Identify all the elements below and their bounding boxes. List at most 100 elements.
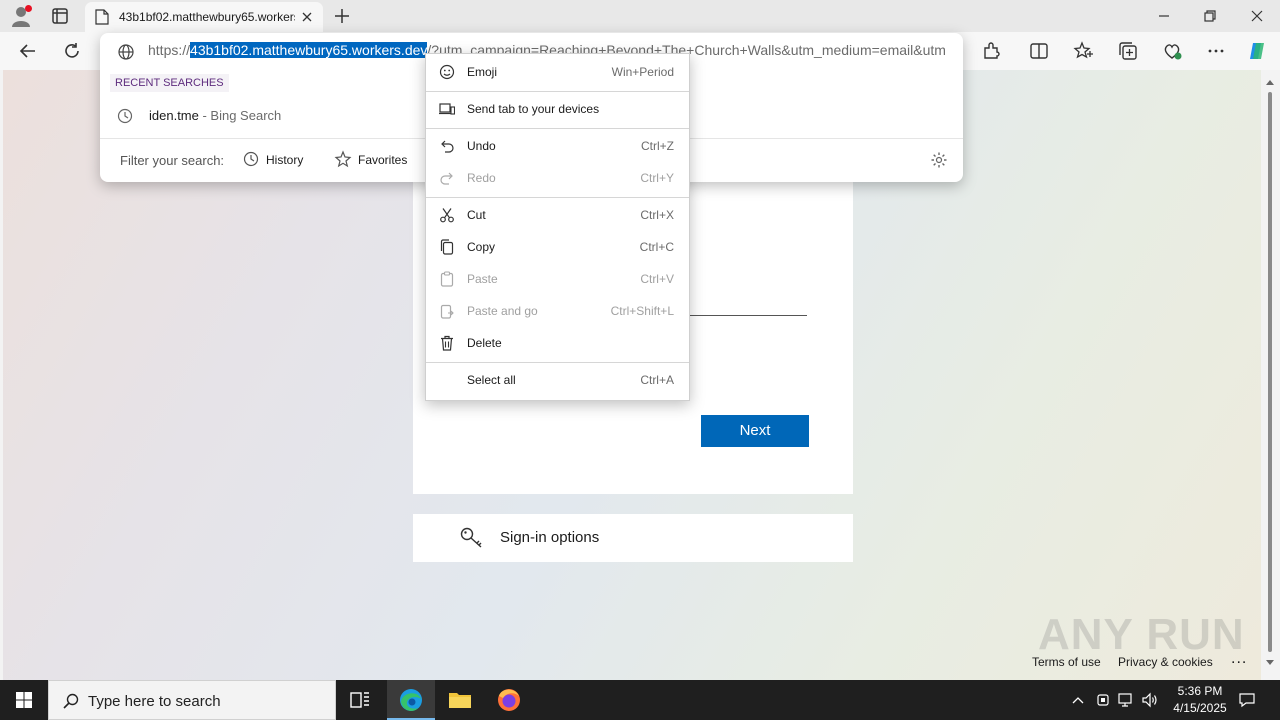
menu-shortcut-paste-and-go: Ctrl+Shift+L — [610, 304, 674, 318]
split-screen-icon[interactable] — [1028, 40, 1050, 62]
taskbar-search-box[interactable]: Type here to search — [48, 680, 336, 720]
recent-searches-label: RECENT SEARCHES — [110, 74, 229, 92]
terms-of-use-link[interactable]: Terms of use — [1032, 655, 1101, 669]
filter-history-label: History — [266, 153, 304, 167]
more-menu-icon[interactable] — [1205, 40, 1227, 62]
footer-more-button[interactable]: ... — [1231, 650, 1247, 668]
menu-divider — [426, 197, 689, 198]
menu-label-delete: Delete — [467, 336, 502, 350]
page-icon — [95, 9, 109, 25]
menu-item-select-all[interactable]: Select all Ctrl+A — [426, 366, 689, 394]
menu-divider — [426, 362, 689, 363]
page-scrollbar[interactable] — [1261, 70, 1280, 680]
task-view-button[interactable] — [336, 680, 384, 720]
edge-icon — [400, 689, 422, 711]
filter-favorites-label: Favorites — [358, 153, 408, 167]
menu-label-redo: Redo — [467, 171, 496, 185]
devices-icon — [439, 103, 455, 115]
copilot-icon[interactable] — [1246, 40, 1268, 62]
volume-icon[interactable] — [1141, 691, 1159, 709]
notification-icon[interactable] — [1238, 691, 1256, 709]
menu-shortcut-cut: Ctrl+X — [640, 208, 674, 222]
browser-essentials-icon[interactable] — [1161, 40, 1183, 62]
gear-icon[interactable] — [930, 151, 948, 169]
file-explorer-button[interactable] — [436, 680, 484, 720]
back-icon[interactable] — [17, 40, 39, 62]
menu-item-send-tab[interactable]: Send tab to your devices — [426, 95, 689, 123]
tab-actions-icon — [52, 8, 68, 24]
menu-item-delete[interactable]: Delete — [426, 329, 689, 357]
profile-button[interactable] — [10, 5, 32, 27]
menu-shortcut-copy: Ctrl+C — [639, 240, 674, 254]
menu-label-copy: Copy — [467, 240, 496, 254]
tab-title: 43b1bf02.matthewbury65.workers.dev — [119, 10, 295, 24]
scissors-icon — [440, 208, 454, 223]
chevron-up-icon[interactable] — [1069, 691, 1087, 709]
paste-icon — [440, 271, 454, 287]
input-underline — [689, 315, 807, 316]
url-host-selected: 43b1bf02.matthewbury65.workers.dev — [190, 42, 428, 58]
menu-item-paste-and-go: Paste and go Ctrl+Shift+L — [426, 297, 689, 325]
menu-shortcut-redo: Ctrl+Y — [640, 171, 674, 185]
firefox-button[interactable] — [485, 680, 533, 720]
sign-in-options-label: Sign-in options — [500, 529, 600, 546]
security-tray-icon[interactable] — [1094, 691, 1112, 709]
menu-label-send-tab: Send tab to your devices — [467, 102, 600, 116]
recent-search-query: iden.tme — [149, 108, 199, 123]
search-icon — [63, 693, 79, 709]
close-window-icon[interactable] — [1247, 6, 1267, 26]
favorites-star-icon[interactable] — [1072, 40, 1094, 62]
privacy-cookies-link[interactable]: Privacy & cookies — [1118, 655, 1213, 669]
context-menu: Emoji Win+Period Send tab to your device… — [425, 53, 690, 401]
filter-history-button[interactable]: History — [242, 150, 312, 170]
menu-item-redo: Redo Ctrl+Y — [426, 164, 689, 192]
clock-time[interactable]: 5:36 PM — [1160, 684, 1240, 698]
menu-shortcut-paste: Ctrl+V — [640, 272, 674, 286]
collections-icon[interactable] — [1117, 40, 1139, 62]
close-tab-icon[interactable] — [299, 9, 315, 25]
scroll-thumb[interactable] — [1268, 92, 1272, 652]
restore-icon[interactable] — [1200, 6, 1220, 26]
undo-icon — [441, 140, 454, 153]
trash-icon — [441, 335, 453, 351]
menu-item-cut[interactable]: Cut Ctrl+X — [426, 201, 689, 229]
menu-divider — [426, 91, 689, 92]
key-icon — [460, 527, 482, 548]
scroll-up-icon[interactable] — [1265, 78, 1275, 86]
new-tab-icon[interactable] — [332, 6, 352, 26]
paste-go-icon — [440, 304, 454, 319]
windows-logo-icon — [16, 692, 32, 708]
menu-item-undo[interactable]: Undo Ctrl+Z — [426, 132, 689, 160]
folder-icon — [449, 693, 471, 708]
menu-label-cut: Cut — [467, 208, 486, 222]
sign-in-options-button[interactable]: Sign-in options — [413, 514, 853, 562]
taskbar: Type here to search 5:36 PM 4/15/2025 — [0, 680, 1280, 720]
start-button[interactable] — [0, 680, 48, 720]
filter-label: Filter your search: — [120, 153, 225, 168]
menu-label-paste: Paste — [467, 272, 498, 286]
anyrun-watermark: ANY RUN — [1038, 610, 1245, 659]
minimize-icon[interactable] — [1154, 6, 1174, 26]
extensions-icon[interactable] — [980, 40, 1002, 62]
menu-divider — [426, 128, 689, 129]
active-tab[interactable]: 43b1bf02.matthewbury65.workers.dev — [85, 2, 323, 32]
menu-item-copy[interactable]: Copy Ctrl+C — [426, 233, 689, 261]
tab-actions-button[interactable] — [50, 6, 70, 26]
menu-item-emoji[interactable]: Emoji Win+Period — [426, 58, 689, 86]
menu-label-paste-and-go: Paste and go — [467, 304, 538, 318]
star-icon — [334, 150, 352, 168]
next-button[interactable]: Next — [701, 415, 809, 447]
edge-taskbar-button[interactable] — [387, 680, 435, 720]
clock-date[interactable]: 4/15/2025 — [1160, 701, 1240, 715]
recent-search-source: - Bing Search — [198, 108, 282, 123]
task-view-icon — [350, 692, 369, 708]
refresh-icon[interactable] — [61, 40, 83, 62]
network-icon[interactable] — [1117, 691, 1135, 709]
menu-label-emoji: Emoji — [467, 65, 498, 79]
scroll-down-icon[interactable] — [1265, 659, 1275, 667]
taskbar-search-placeholder: Type here to search — [88, 693, 221, 710]
filter-favorites-button[interactable]: Favorites — [334, 150, 414, 170]
menu-shortcut-undo: Ctrl+Z — [641, 139, 674, 153]
copy-icon — [440, 239, 454, 255]
globe-icon — [118, 44, 134, 60]
